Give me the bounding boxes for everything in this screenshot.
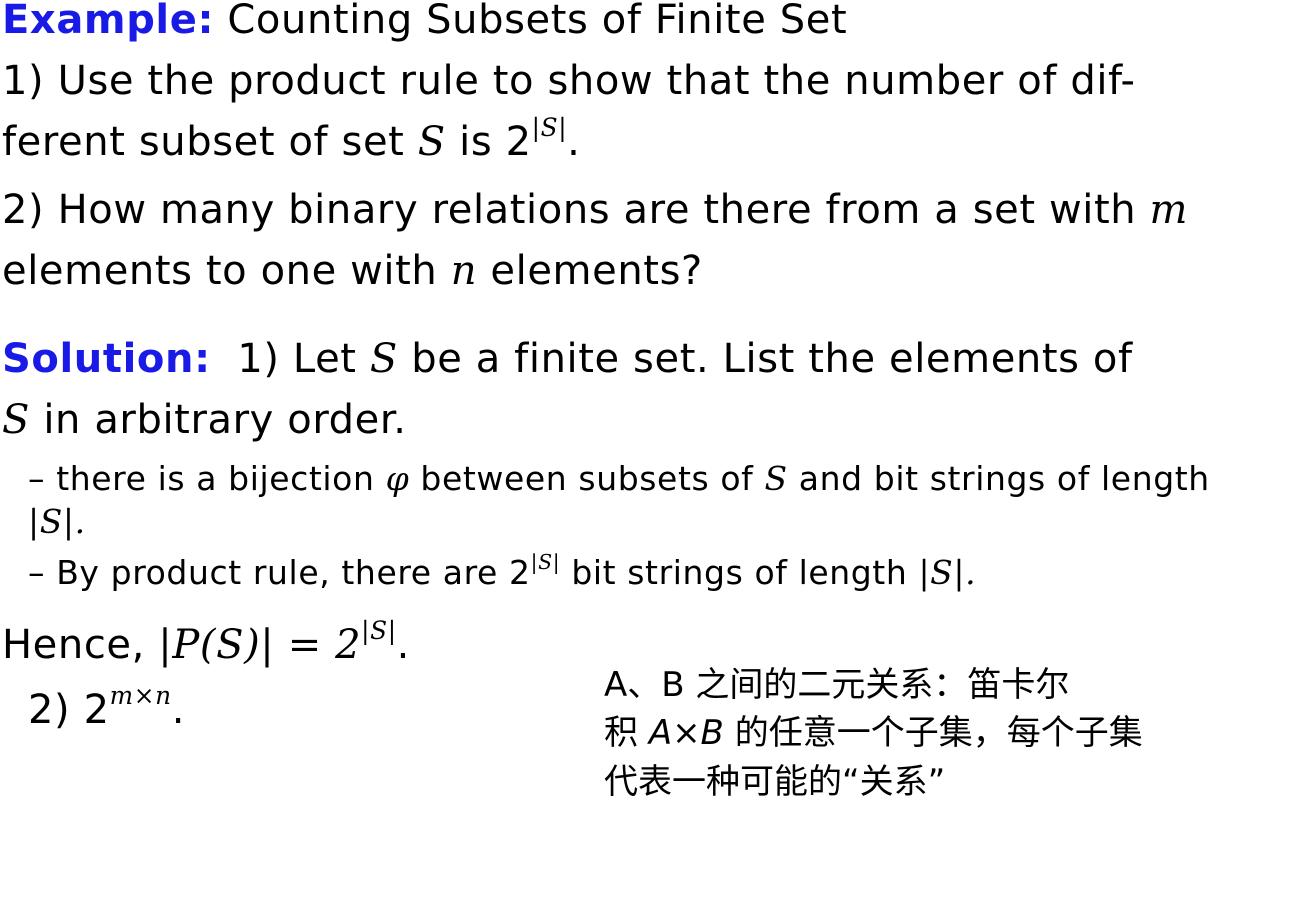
- s2-post: in arbitrary order.: [43, 397, 407, 443]
- bullet-2: – By product rule, there are 2|S| bit st…: [28, 551, 977, 592]
- q2-var-m: m: [1149, 187, 1189, 233]
- part-2-pre: 2) 2: [28, 687, 110, 733]
- question-1-line-1: 1) Use the product rule to show that the…: [2, 58, 1136, 104]
- question-2-line-1: 2) How many binary relations are there f…: [2, 190, 1188, 230]
- bullet-1-post: and bit strings of length: [798, 459, 1210, 498]
- annotation-line-2-pre: 积: [604, 713, 638, 753]
- example-label: Example:: [2, 0, 215, 43]
- bullet-1-cont: |S|.: [28, 502, 86, 541]
- bullet-1-pre: – there is a bijection: [28, 459, 375, 498]
- annotation-expr: A×B: [648, 713, 724, 753]
- annotation-line-2-post: 的任意一个子集，每个子集: [734, 713, 1143, 753]
- q1-var-s: S: [417, 119, 446, 165]
- question-2-line-2: elements to one with n elements?: [2, 251, 703, 291]
- solution-label: Solution:: [2, 336, 211, 382]
- hence-line: Hence, |P(S)| = 2|S|.: [2, 619, 410, 668]
- part-2-end: .: [171, 687, 186, 733]
- q2-text-2: elements to one with: [2, 248, 438, 294]
- annotation-line-2: 积 A×B 的任意一个子集，每个子集: [604, 716, 1143, 750]
- q1-is: is 2: [459, 119, 532, 165]
- part-2-exponent: m×n: [109, 681, 172, 711]
- part-2-answer: 2) 2m×n.: [28, 684, 186, 733]
- bullet-2-pre: – By product rule, there are 2: [28, 553, 531, 592]
- example-title: Counting Subsets of Finite Set: [227, 0, 848, 43]
- question-1-line-2: ferent subset of set S is 2|S|.: [2, 116, 581, 165]
- hence-pre: Hence,: [2, 622, 145, 668]
- hence-exponent: |S|: [361, 616, 397, 646]
- bullet-1-mid: between subsets of: [420, 459, 754, 498]
- hence-expr: |P(S)| = 2: [158, 622, 362, 668]
- q2-var-n: n: [450, 248, 478, 294]
- q2-text: 2) How many binary relations are there f…: [2, 187, 1137, 233]
- bullet-1-phi: φ: [385, 459, 410, 498]
- bullet-2-exponent: |S|: [530, 549, 561, 574]
- q2-text-3: elements?: [490, 248, 703, 294]
- s2-var: S: [2, 397, 31, 443]
- q1-text: ferent subset of set: [2, 119, 405, 165]
- solution-line-1: Solution: 1) Let S be a finite set. List…: [2, 339, 1133, 379]
- q1-exponent: |S|: [531, 113, 568, 143]
- bullet-1: – there is a bijection φ between subsets…: [28, 462, 1210, 495]
- example-heading: Example: Counting Subsets of Finite Set: [2, 0, 847, 40]
- bullet-1-var: S: [764, 459, 788, 498]
- q1-end: .: [567, 119, 581, 165]
- hence-end: .: [396, 622, 410, 668]
- annotation-line-3: 代表一种可能的“关系”: [604, 762, 946, 802]
- s1-var: S: [369, 336, 398, 382]
- annotation-line-1: A、B 之间的二元关系：笛卡尔: [604, 665, 1070, 705]
- bullet-2-end: |S|.: [918, 553, 977, 592]
- s1-pre: 1) Let: [237, 336, 357, 382]
- s1-post: be a finite set. List the elements of: [411, 336, 1133, 382]
- solution-line-2: S in arbitrary order.: [2, 400, 407, 440]
- bullet-2-mid: bit strings of length: [571, 553, 908, 592]
